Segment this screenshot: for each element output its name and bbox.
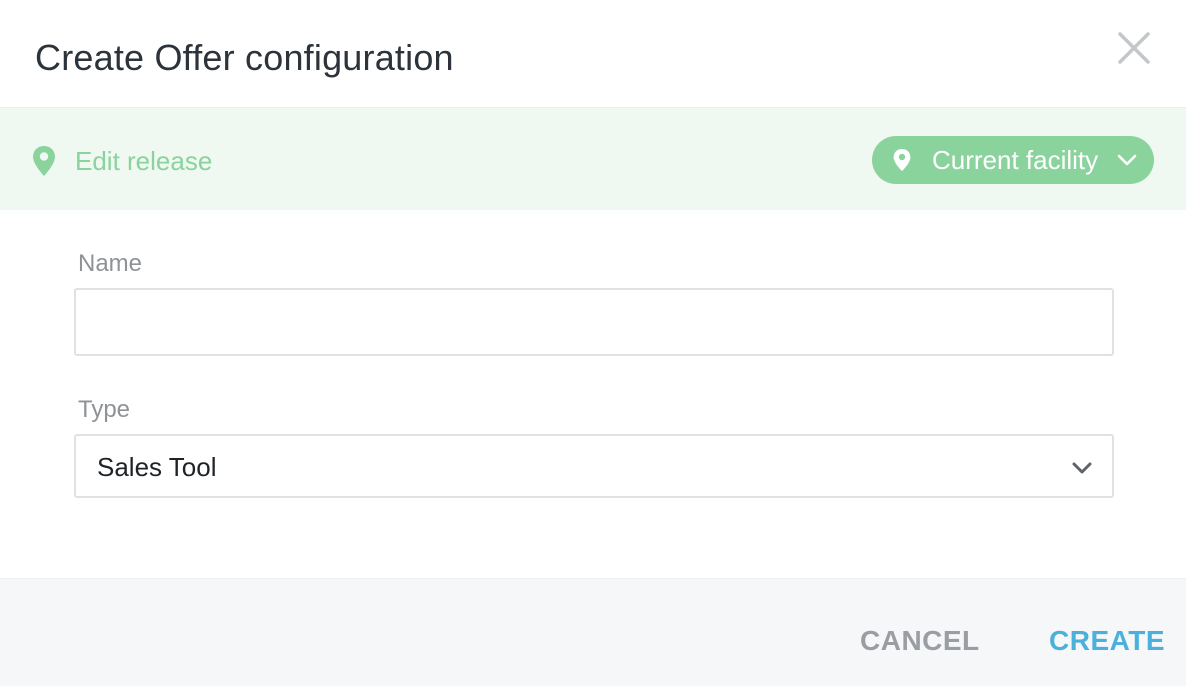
close-button[interactable] <box>1114 28 1154 68</box>
name-input[interactable] <box>74 288 1114 356</box>
dialog-footer: CANCEL CREATE <box>0 578 1186 686</box>
create-button[interactable]: CREATE <box>1049 624 1165 658</box>
type-selected-value: Sales Tool <box>97 452 217 482</box>
dialog-title: Create Offer configuration <box>35 37 454 78</box>
name-field-label: Name <box>78 250 143 277</box>
edit-release-label: Edit release <box>75 146 213 176</box>
dialog-header: Create Offer configuration <box>0 0 1186 108</box>
map-pin-icon <box>892 148 912 172</box>
map-pin-icon <box>31 145 57 177</box>
type-select[interactable]: Sales Tool <box>74 434 1114 498</box>
current-facility-label: Current facility <box>932 145 1099 175</box>
chevron-down-icon <box>1116 151 1138 169</box>
create-offer-dialog: Create Offer configuration Edit release <box>0 0 1186 686</box>
current-facility-dropdown[interactable]: Current facility <box>872 136 1154 184</box>
release-context-bar: Edit release Current facility <box>0 108 1186 210</box>
type-field-label: Type <box>78 396 131 423</box>
chevron-down-icon <box>1071 460 1093 476</box>
cancel-button[interactable]: CANCEL <box>860 624 980 658</box>
close-icon <box>1118 32 1150 64</box>
